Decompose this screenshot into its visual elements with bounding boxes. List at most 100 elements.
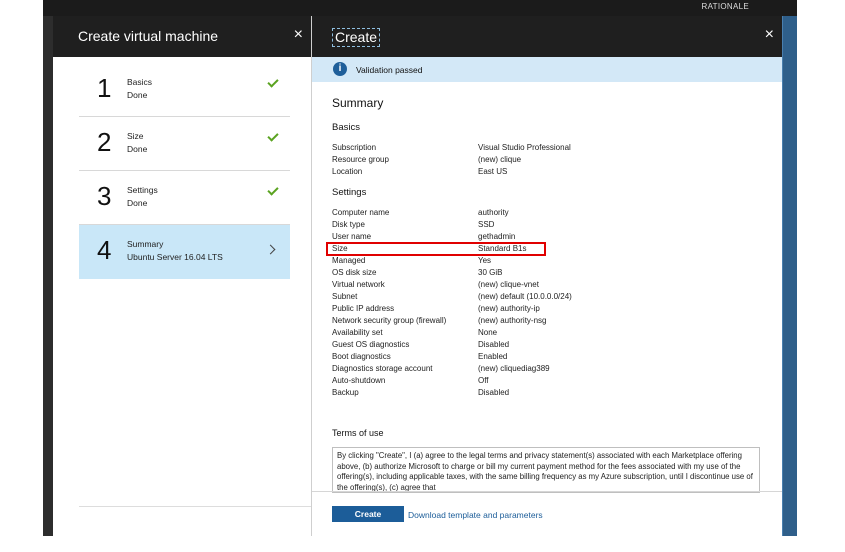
create-blade: Create × i Validation passed Summary Bas… — [312, 16, 782, 536]
summary-row-size: Size Standard B1s — [326, 242, 732, 256]
right-blade-header: Create × — [312, 16, 782, 57]
step-status: Ubuntu Server 16.04 LTS — [127, 252, 223, 262]
summary-row: Computer name authority — [332, 207, 732, 219]
row-value: Off — [478, 376, 489, 385]
summary-row: OS disk size 30 GiB — [332, 267, 732, 279]
summary-row: Availability set None — [332, 327, 732, 339]
row-value: SSD — [478, 220, 495, 229]
step-label: Summary — [127, 239, 164, 249]
row-key: Managed — [332, 256, 366, 265]
summary-row: Managed Yes — [332, 255, 732, 267]
terms-text-box[interactable]: By clicking "Create", I (a) agree to the… — [332, 447, 760, 493]
summary-row: Diagnostics storage account (new) cliqued… — [332, 363, 732, 375]
top-bar: RATIONALE — [43, 0, 797, 16]
row-value: Standard B1s — [478, 244, 527, 253]
row-key: Auto-shutdown — [332, 376, 386, 385]
terms-heading: Terms of use — [332, 428, 384, 438]
row-key: Subnet — [332, 292, 358, 301]
row-value: (new) clique — [478, 155, 522, 164]
summary-row: Public IP address (new) authority-ip — [332, 303, 732, 315]
row-key: Location — [332, 167, 363, 176]
row-key: Availability set — [332, 328, 383, 337]
step-status: Done — [127, 198, 148, 208]
basics-heading: Basics — [332, 122, 360, 133]
validation-text: Validation passed — [356, 65, 423, 75]
row-key: Computer name — [332, 208, 390, 217]
step-label: Settings — [127, 185, 158, 195]
step-summary[interactable]: 4 Summary Ubuntu Server 16.04 LTS — [79, 225, 290, 279]
row-value: Visual Studio Professional — [478, 143, 571, 152]
row-key: Subscription — [332, 143, 377, 152]
row-key: Backup — [332, 388, 359, 397]
row-value: Disabled — [478, 388, 510, 397]
check-icon — [267, 184, 279, 196]
row-value: Yes — [478, 256, 492, 265]
step-number: 1 — [97, 73, 112, 103]
summary-row: Location East US — [332, 166, 732, 178]
info-icon: i — [333, 62, 347, 76]
scrollbar[interactable] — [782, 16, 797, 536]
create-button[interactable]: Create — [332, 506, 404, 522]
summary-row: Boot diagnostics Enabled — [332, 351, 732, 363]
divider — [79, 506, 311, 507]
summary-row: Auto-shutdown Off — [332, 375, 732, 387]
settings-heading: Settings — [332, 187, 367, 198]
blade-edge — [43, 16, 53, 536]
step-number: 3 — [97, 181, 112, 211]
summary-row: Virtual network (new) clique-vnet — [332, 279, 732, 291]
summary-row: Subnet (new) default (10.0.0.0/24) — [332, 291, 732, 303]
row-value: (new) clique-vnet — [478, 280, 539, 289]
create-vm-blade: Create virtual machine × 1 Basics Done 2… — [43, 16, 312, 536]
account-label[interactable]: RATIONALE — [702, 2, 749, 11]
row-value: (new) authority-nsg — [478, 316, 547, 325]
row-key: Resource group — [332, 155, 389, 164]
check-icon — [267, 130, 279, 142]
step-number: 4 — [97, 235, 112, 265]
chevron-right-icon — [265, 244, 276, 255]
summary-row: Resource group (new) clique — [332, 154, 732, 166]
row-value: authority — [478, 208, 509, 217]
row-value: Enabled — [478, 352, 508, 361]
left-blade-title: Create virtual machine — [78, 28, 219, 44]
row-key: Network security group (firewall) — [332, 316, 447, 325]
summary-row: Disk type SSD — [332, 219, 732, 231]
step-settings[interactable]: 3 Settings Done — [79, 171, 290, 225]
row-key: Virtual network — [332, 280, 385, 289]
basics-list: Subscription Visual Studio Professional … — [332, 142, 732, 178]
summary-heading: Summary — [332, 96, 384, 110]
step-basics[interactable]: 1 Basics Done — [79, 63, 290, 117]
row-value: None — [478, 328, 498, 337]
row-key: Size — [332, 244, 348, 253]
wizard-steps: 1 Basics Done 2 Size Done 3 Settings Don… — [79, 63, 290, 279]
settings-list: Computer name authority Disk type SSD User… — [326, 207, 732, 399]
row-key: Disk type — [332, 220, 365, 229]
row-value: (new) default (10.0.0.0/24) — [478, 292, 572, 301]
step-label: Size — [127, 131, 144, 141]
download-template-link[interactable]: Download template and parameters — [408, 510, 543, 520]
step-status: Done — [127, 90, 148, 100]
step-label: Basics — [127, 77, 153, 87]
step-status: Done — [127, 144, 148, 154]
close-icon[interactable]: × — [294, 26, 303, 44]
row-value: 30 GiB — [478, 268, 503, 277]
row-value: Disabled — [478, 340, 510, 349]
row-key: Boot diagnostics — [332, 352, 391, 361]
validation-banner: i Validation passed — [312, 57, 782, 82]
right-blade-title: Create — [332, 28, 381, 47]
step-size[interactable]: 2 Size Done — [79, 117, 290, 171]
summary-row: Guest OS diagnostics Disabled — [332, 339, 732, 351]
summary-row: Subscription Visual Studio Professional — [332, 142, 732, 154]
scrollbar-edge — [782, 16, 783, 536]
summary-row: Backup Disabled — [332, 387, 732, 399]
row-value: East US — [478, 167, 508, 176]
left-blade-header: Create virtual machine × — [53, 16, 311, 57]
row-value: (new) cliquediag389 — [478, 364, 550, 373]
row-value: (new) authority-ip — [478, 304, 540, 313]
check-icon — [267, 76, 279, 88]
row-key: Guest OS diagnostics — [332, 340, 410, 349]
step-number: 2 — [97, 127, 112, 157]
close-icon[interactable]: × — [765, 26, 774, 44]
row-key: OS disk size — [332, 268, 377, 277]
footer-divider — [312, 491, 782, 492]
row-key: Public IP address — [332, 304, 395, 313]
